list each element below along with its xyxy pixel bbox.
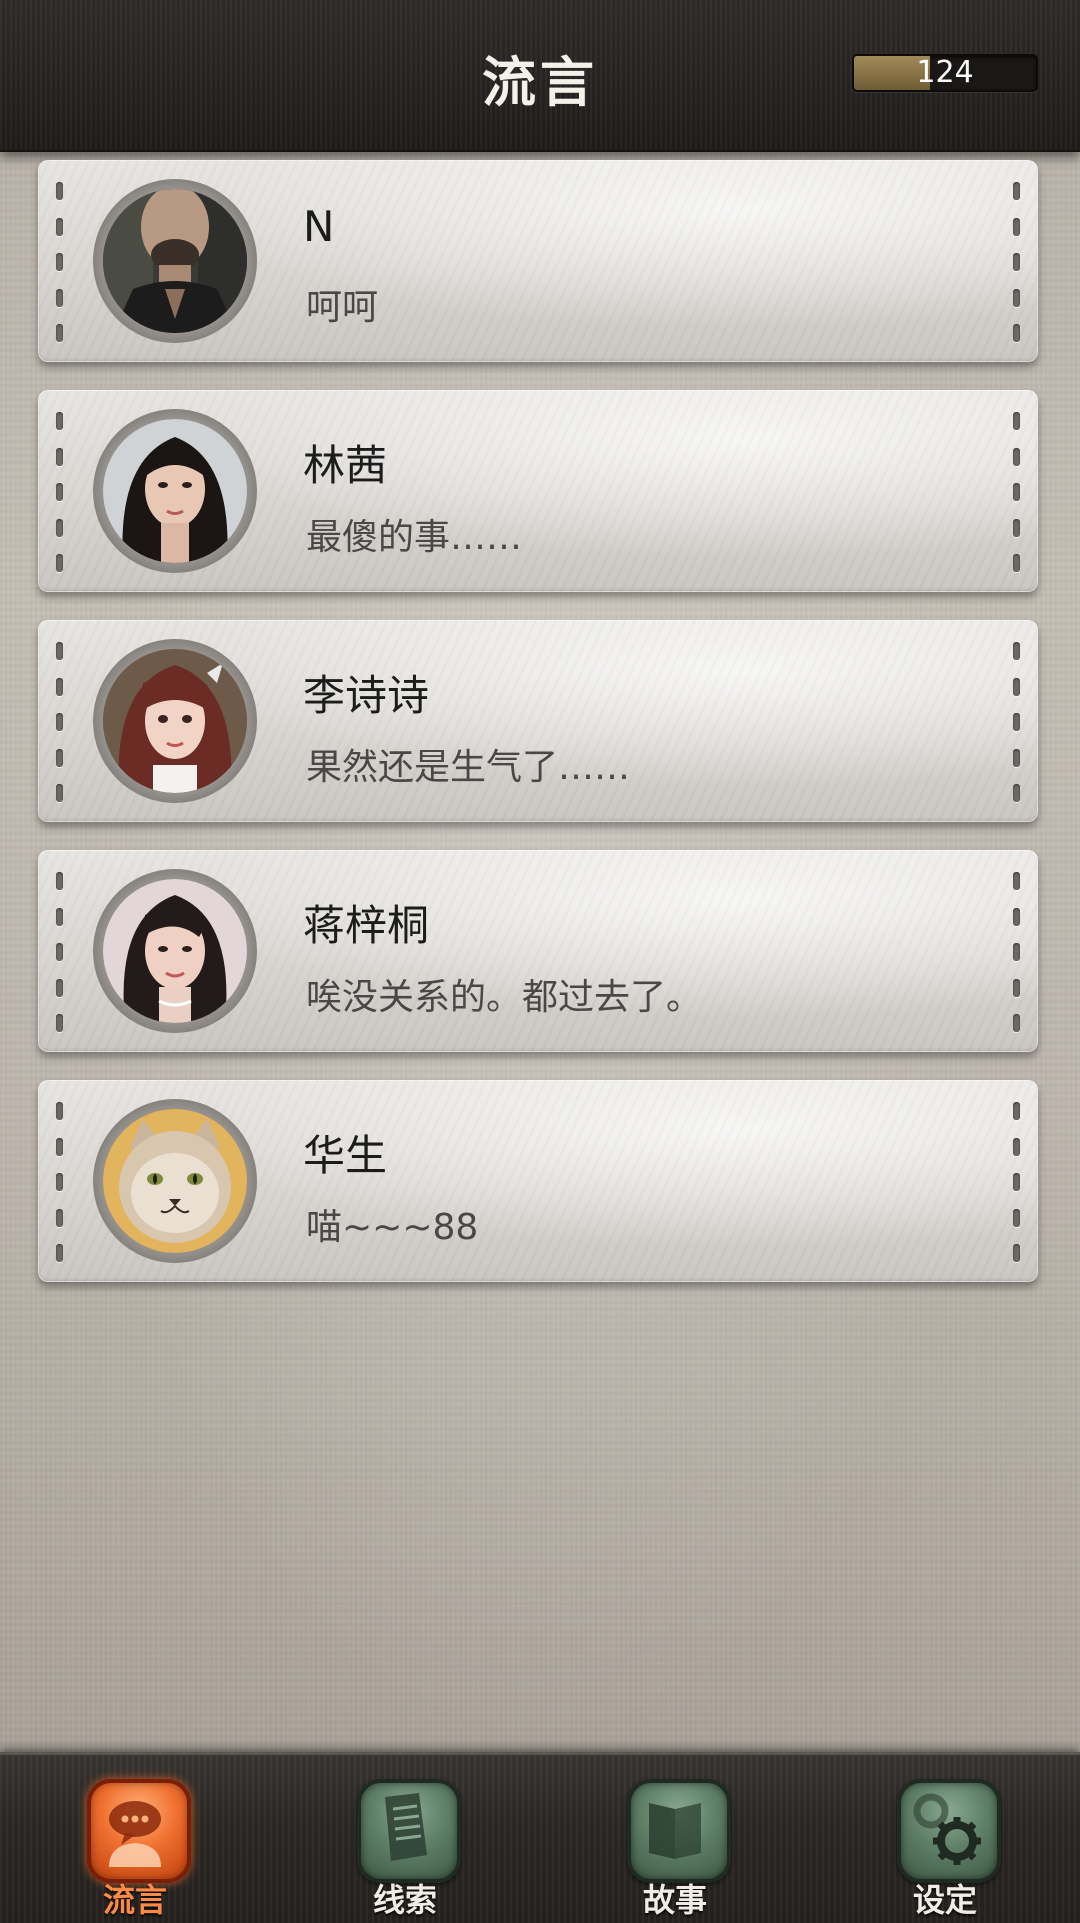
message-preview: 呵呵: [306, 287, 379, 328]
contact-name: 华生: [303, 1131, 388, 1180]
perforation-right: [1013, 872, 1020, 1032]
message-preview: 果然还是生气了……: [306, 747, 631, 788]
top-bar: 流言 124: [0, 0, 1080, 152]
perforation-left: [56, 872, 63, 1032]
contact-name: 林茜: [303, 441, 388, 490]
tab-settings[interactable]: 设定: [810, 1755, 1080, 1923]
man-avatar: [103, 189, 247, 333]
message-preview: 喵~~~88: [306, 1207, 479, 1248]
message-preview: 最傻的事……: [306, 517, 523, 558]
avatar-frame: [93, 409, 257, 573]
message-card-jiangzitong[interactable]: 蒋梓桐 唉没关系的。都过去了。: [38, 850, 1038, 1052]
tab-clues[interactable]: 线索: [270, 1755, 540, 1923]
perforation-right: [1013, 642, 1020, 802]
message-card-n[interactable]: N 呵呵: [38, 160, 1038, 362]
tab-label: 流言: [102, 1881, 167, 1919]
tab-label: 线索: [372, 1881, 437, 1919]
avatar-frame: [93, 639, 257, 803]
avatar-frame: [93, 1099, 257, 1263]
cat-avatar: [103, 1109, 247, 1253]
tab-rumors[interactable]: 流言: [0, 1755, 270, 1923]
currency-counter: 124: [852, 54, 1038, 92]
book-icon: [627, 1779, 731, 1883]
currency-value: 124: [916, 55, 974, 90]
tab-label: 设定: [912, 1881, 977, 1919]
perforation-left: [56, 412, 63, 572]
tab-story[interactable]: 故事: [540, 1755, 810, 1923]
perforation-right: [1013, 182, 1020, 342]
perforation-left: [56, 642, 63, 802]
message-preview: 唉没关系的。都过去了。: [306, 977, 703, 1018]
woman-avatar: [103, 879, 247, 1023]
woman-avatar: [103, 419, 247, 563]
contact-name: 蒋梓桐: [303, 901, 430, 950]
perforation-left: [56, 182, 63, 342]
message-card-huasheng[interactable]: 华生 喵~~~88: [38, 1080, 1038, 1282]
perforation-right: [1013, 1102, 1020, 1262]
message-card-lishishi[interactable]: 李诗诗 果然还是生气了……: [38, 620, 1038, 822]
perforation-left: [56, 1102, 63, 1262]
message-card-linqian[interactable]: 林茜 最傻的事……: [38, 390, 1038, 592]
message-list: N 呵呵 林茜 最傻的事…… 李诗诗 果然还是生气了…… 蒋梓桐 唉没关系的。都…: [0, 160, 1080, 1310]
contact-name: N: [303, 202, 335, 251]
document-icon: [357, 1779, 461, 1883]
tab-label: 故事: [642, 1881, 707, 1919]
gear-icon: [897, 1779, 1001, 1883]
perforation-right: [1013, 412, 1020, 572]
chat-bubble-icon: [87, 1779, 191, 1883]
avatar-frame: [93, 179, 257, 343]
contact-name: 李诗诗: [303, 671, 430, 720]
avatar-frame: [93, 869, 257, 1033]
girl-avatar: [103, 649, 247, 793]
bottom-tab-bar: 流言 线索 故事 设定: [0, 1752, 1080, 1923]
